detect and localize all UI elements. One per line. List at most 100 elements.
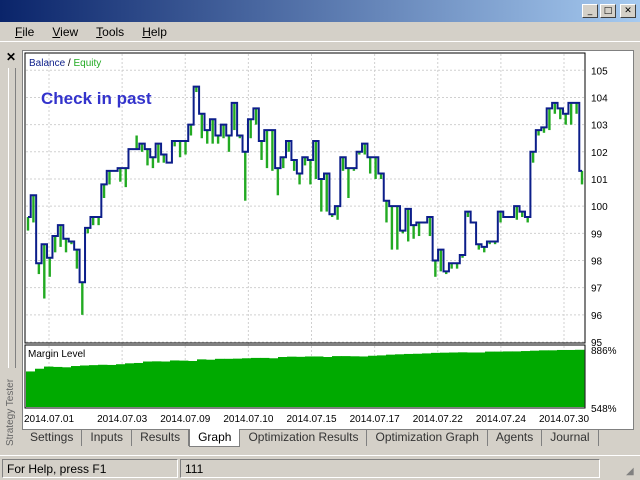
panel-close-icon[interactable]: ✕ [6, 50, 16, 64]
margin-bar [530, 350, 540, 407]
y-tick-label: 100 [591, 202, 608, 213]
x-tick-label: 2014.07.30 [539, 414, 589, 425]
margin-bar [44, 366, 54, 407]
x-tick-labels: 2014.07.01 2014.07.03 2014.07.09 2014.07.10… [24, 414, 589, 425]
margin-bar [26, 371, 36, 407]
margin-bar [350, 356, 360, 407]
menu-view[interactable]: View [43, 25, 87, 39]
chart-area: 95 96 97 98 99 100 101 102 103 104 105 2014.07.01 2… [22, 50, 634, 430]
margin-bar [566, 349, 576, 407]
margin-bar [512, 351, 522, 407]
tab-journal[interactable]: Journal [542, 429, 599, 446]
margin-bar [143, 361, 153, 407]
annotation-check-in-past: Check in past [41, 89, 152, 108]
margin-bar [161, 361, 171, 407]
margin-bar [80, 365, 90, 407]
tab-optimization-results[interactable]: Optimization Results [240, 429, 368, 446]
tab-graph[interactable]: Graph [189, 429, 241, 447]
margin-bar [296, 356, 306, 407]
margin-bar [278, 357, 288, 407]
main-grid [26, 69, 584, 343]
balance-line [28, 85, 582, 284]
margin-bar [170, 360, 180, 407]
margin-bar [62, 367, 72, 407]
status-bar: For Help, press F1 111 ◢ [0, 455, 640, 480]
panel-drag-handle[interactable] [8, 68, 16, 368]
y-tick-label: 99 [591, 229, 603, 240]
margin-bar [107, 364, 117, 407]
x-tick-label: 2014.07.15 [286, 414, 336, 425]
y-tick-label: 101 [591, 175, 608, 186]
margin-bottom-label: 548% [591, 404, 617, 415]
margin-bar [476, 352, 486, 407]
side-panel-label: Strategy Tester [3, 372, 19, 452]
status-help-text: For Help, press F1 [2, 458, 178, 478]
menu-help-accel: H [142, 24, 151, 39]
margin-bar [53, 366, 63, 407]
y-tick-label: 98 [591, 256, 603, 267]
equity-series [26, 86, 584, 315]
margin-bar [233, 358, 243, 407]
y-tick-label: 102 [591, 148, 608, 159]
menu-tools[interactable]: Tools [87, 25, 133, 39]
margin-bar [98, 364, 108, 407]
margin-bar [242, 358, 252, 407]
margin-bar [413, 353, 423, 407]
margin-bar [395, 354, 405, 407]
margin-bar [305, 356, 315, 407]
menu-file-label: ile [22, 24, 35, 39]
margin-bar [125, 363, 135, 407]
tab-inputs[interactable]: Inputs [82, 429, 133, 446]
tab-settings[interactable]: Settings [22, 429, 83, 446]
margin-bar [467, 352, 477, 407]
x-tick-label: 2014.07.17 [350, 414, 400, 425]
margin-bar [557, 349, 567, 407]
margin-bar [341, 356, 351, 407]
margin-bar [422, 353, 432, 407]
legend: Balance / Equity [29, 58, 101, 69]
y-tick-label: 104 [591, 93, 608, 104]
margin-bar [449, 352, 459, 407]
chart-svg: 9596979899100101102103104105 2014.07.01 2… [24, 52, 617, 425]
tester-tabs: Settings Inputs Results Graph Optimizati… [22, 429, 599, 447]
margin-panel-label: Margin Level [28, 349, 85, 360]
margin-bar [260, 357, 270, 407]
margin-bar [116, 364, 126, 407]
margin-bar [287, 356, 297, 407]
menu-view-accel: V [52, 24, 61, 39]
margin-bar [404, 353, 414, 407]
x-tick-label: 2014.07.24 [476, 414, 526, 425]
margin-bar [575, 349, 585, 407]
resize-grip-icon[interactable]: ◢ [626, 466, 638, 478]
margin-bar [359, 356, 369, 407]
menu-view-label: iew [60, 24, 79, 39]
margin-bar [215, 358, 225, 407]
y-tick-label: 96 [591, 311, 603, 322]
margin-bar [332, 356, 342, 407]
margin-bar [206, 359, 216, 407]
margin-bar [377, 355, 387, 407]
margin-level-bars [26, 349, 585, 407]
menu-tools-label: ools [102, 24, 125, 39]
margin-bar [179, 360, 189, 407]
y-tick-label: 103 [591, 121, 608, 132]
margin-bar [152, 361, 162, 407]
tab-agents[interactable]: Agents [488, 429, 543, 446]
menu-help[interactable]: Help [133, 25, 176, 39]
close-button[interactable]: ✕ [620, 4, 636, 18]
margin-bar [197, 359, 207, 407]
margin-bar [35, 368, 45, 407]
margin-bar [251, 357, 261, 407]
menu-bar: File View Tools Help [0, 22, 640, 42]
x-tick-label: 2014.07.03 [97, 414, 147, 425]
margin-bar [431, 352, 441, 407]
x-tick-label: 2014.07.10 [223, 414, 273, 425]
margin-bar [368, 355, 378, 407]
menu-file[interactable]: File [6, 25, 43, 39]
maximize-button[interactable]: □ [600, 4, 616, 18]
minimize-button[interactable]: _ [582, 4, 598, 18]
menu-help-label: elp [150, 24, 167, 39]
margin-bar [323, 357, 333, 407]
tab-optimization-graph[interactable]: Optimization Graph [367, 429, 488, 446]
tab-results[interactable]: Results [132, 429, 190, 446]
